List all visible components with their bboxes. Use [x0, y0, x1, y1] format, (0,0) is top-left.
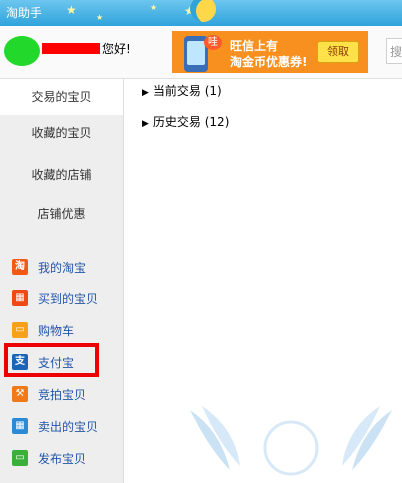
claim-button[interactable]: 领取 [317, 41, 359, 63]
app-label: 买到的宝贝 [38, 292, 99, 306]
user-header: 您好! 哇 旺信上有 淘金币优惠券! 领取 搜 [0, 26, 402, 79]
app-auction-items[interactable]: ⚒ 竞拍宝贝 [12, 384, 120, 404]
sidebar-item-traded-items[interactable]: 交易的宝贝 [0, 79, 123, 115]
redacted-username [42, 43, 100, 54]
tree-row-current-trades[interactable]: ▶ 当前交易 (1) [142, 82, 222, 99]
moon-decoration [190, 0, 216, 22]
promo-banner[interactable]: 哇 旺信上有 淘金币优惠券! 领取 [172, 31, 368, 73]
app-label: 卖出的宝贝 [38, 420, 99, 434]
app-bought-items[interactable]: ▦ 买到的宝贝 [12, 288, 120, 308]
title-bar: 淘助手 ★ ★ ★ ★ [0, 0, 402, 26]
sidebar-item-saved-shops[interactable]: 收藏的店铺 [0, 157, 123, 193]
expand-arrow-icon[interactable]: ▶ [142, 88, 149, 98]
promo-line-1: 旺信上有 [230, 39, 279, 53]
grid-icon: ▦ [12, 418, 28, 434]
speech-bubble-icon: 哇 [204, 35, 222, 50]
avatar[interactable] [4, 36, 40, 66]
star-decoration: ★ [150, 3, 158, 12]
app-label: 竞拍宝贝 [38, 388, 87, 402]
sidebar-item-saved-items[interactable]: 收藏的宝贝 [0, 115, 123, 151]
app-shopping-cart[interactable]: ▭ 购物车 [12, 320, 120, 340]
greeting-text: 您好! [102, 42, 131, 56]
monitor-icon: ▭ [12, 450, 28, 466]
expand-arrow-icon[interactable]: ▶ [142, 119, 149, 129]
tree-row-label: 当前交易 (1) [152, 84, 222, 98]
app-sold-items[interactable]: ▦ 卖出的宝贝 [12, 416, 120, 436]
sidebar-item-shop-deals[interactable]: 店铺优惠 [0, 196, 123, 232]
auction-hammer-icon: ⚒ [12, 386, 28, 402]
tree-row-history-trades[interactable]: ▶ 历史交易 (12) [142, 113, 229, 130]
search-input[interactable]: 搜 [386, 38, 402, 64]
app-label: 购物车 [38, 324, 75, 338]
sidebar: 交易的宝贝 收藏的宝贝 收藏的店铺 店铺优惠 淘 我的淘宝 ▦ 买到的宝贝 ▭ … [0, 79, 124, 483]
wings-watermark [190, 406, 392, 476]
promo-line-2: 淘金币优惠券! [230, 55, 308, 69]
cart-icon: ▭ [12, 322, 28, 338]
window-title: 淘助手 [6, 6, 43, 20]
app-label: 我的淘宝 [38, 261, 87, 275]
tree-row-label: 历史交易 (12) [152, 115, 230, 129]
app-my-taobao[interactable]: 淘 我的淘宝 [12, 257, 120, 277]
taobao-icon: 淘 [12, 259, 28, 275]
app-label: 发布宝贝 [38, 452, 87, 466]
gift-icon: ▦ [12, 290, 28, 306]
highlight-annotation [4, 343, 99, 377]
app-publish-item[interactable]: ▭ 发布宝贝 [12, 448, 120, 468]
star-decoration: ★ [96, 13, 104, 22]
star-decoration: ★ [66, 3, 77, 17]
